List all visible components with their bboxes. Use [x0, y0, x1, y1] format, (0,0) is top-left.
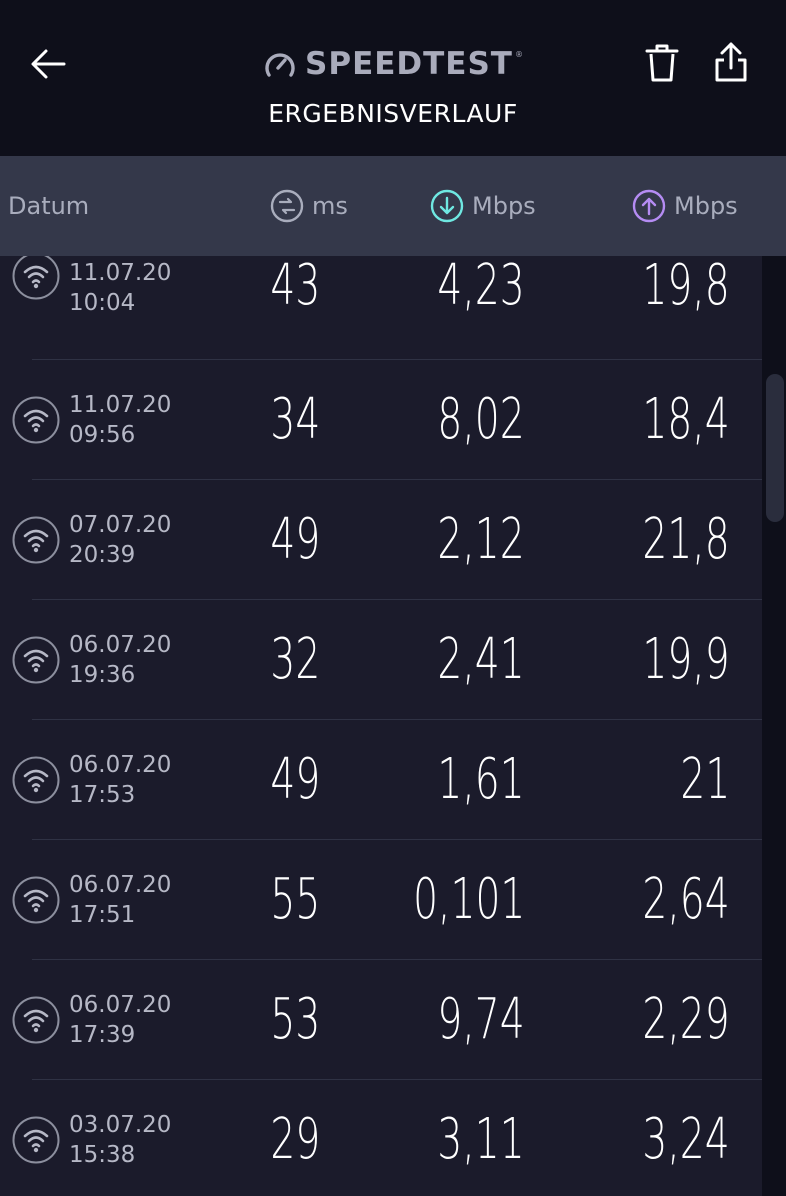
download-value: 8,02 [437, 387, 525, 452]
result-row[interactable]: 06.07.20 19:36 32 2,41 19,9 [0, 600, 762, 720]
download-value: 4,23 [437, 256, 525, 318]
wifi-icon [12, 1116, 60, 1164]
ping-value: 29 [270, 1107, 320, 1172]
result-datetime: 07.07.20 20:39 [69, 510, 171, 570]
results-list[interactable]: 11.07.20 10:04 43 4,23 19,8 11.07.20 09:… [0, 256, 786, 1196]
result-date: 06.07.20 [69, 872, 172, 898]
wifi-icon [12, 396, 60, 444]
result-date: 11.07.20 [69, 392, 172, 418]
share-icon[interactable] [712, 40, 750, 84]
result-row[interactable]: 06.07.20 17:53 49 1,61 21 [0, 720, 762, 840]
ping-value: 49 [270, 507, 320, 572]
result-datetime: 03.07.20 15:38 [69, 1110, 171, 1170]
top-bar: SPEEDTEST ® ERGEBNISVERLAUF [0, 0, 786, 156]
results-table-header: Datum ms Mbps Mbps [0, 156, 786, 256]
column-header-download[interactable]: Mbps [430, 156, 536, 256]
result-row[interactable]: 07.07.20 20:39 49 2,12 21,8 [0, 480, 762, 600]
brand-name: SPEEDTEST [305, 46, 513, 82]
ping-value: 32 [270, 627, 320, 692]
upload-unit-label: Mbps [674, 192, 738, 220]
result-date: 03.07.20 [69, 1112, 172, 1138]
ping-unit-label: ms [312, 192, 348, 220]
result-datetime: 06.07.20 17:39 [69, 990, 171, 1050]
gauge-icon [265, 53, 295, 77]
upload-icon [632, 189, 666, 223]
result-row[interactable]: 11.07.20 09:56 34 8,02 18,4 [0, 360, 762, 480]
download-value: 2,12 [437, 507, 525, 572]
result-date: 06.07.20 [69, 632, 172, 658]
result-datetime: 11.07.20 10:04 [69, 258, 171, 318]
column-header-date[interactable]: Datum [8, 156, 89, 256]
result-datetime: 11.07.20 09:56 [69, 390, 171, 450]
result-time: 15:38 [69, 1142, 136, 1168]
wifi-icon [12, 996, 60, 1044]
upload-value: 19,8 [642, 256, 730, 318]
upload-value: 19,9 [642, 627, 730, 692]
result-date: 06.07.20 [69, 752, 172, 778]
result-time: 20:39 [69, 542, 136, 568]
result-date: 06.07.20 [69, 992, 172, 1018]
result-row[interactable]: 11.07.20 10:04 43 4,23 19,8 [0, 256, 762, 360]
result-date: 07.07.20 [69, 512, 172, 538]
wifi-icon [12, 876, 60, 924]
result-time: 17:53 [69, 782, 136, 808]
download-icon [430, 189, 464, 223]
result-row[interactable]: 06.07.20 17:39 53 9,74 2,29 [0, 960, 762, 1080]
column-header-upload[interactable]: Mbps [632, 156, 738, 256]
result-time: 10:04 [69, 290, 136, 316]
download-value: 9,74 [437, 987, 525, 1052]
result-datetime: 06.07.20 19:36 [69, 630, 171, 690]
download-value: 1,61 [437, 747, 525, 812]
result-datetime: 06.07.20 17:51 [69, 870, 171, 930]
result-row[interactable]: 06.07.20 17:51 55 0,101 2,64 [0, 840, 762, 960]
trademark: ® [514, 50, 523, 59]
result-time: 19:36 [69, 662, 136, 688]
upload-value: 21,8 [642, 507, 730, 572]
result-row[interactable]: 03.07.20 15:38 29 3,11 3,24 [0, 1080, 762, 1196]
result-time: 17:39 [69, 1022, 136, 1048]
ping-icon [270, 189, 304, 223]
upload-value: 18,4 [642, 387, 730, 452]
wifi-icon [12, 256, 60, 300]
result-datetime: 06.07.20 17:53 [69, 750, 171, 810]
download-unit-label: Mbps [472, 192, 536, 220]
scrollbar-thumb[interactable] [766, 374, 784, 522]
wifi-icon [12, 516, 60, 564]
result-time: 09:56 [69, 422, 136, 448]
upload-value: 2,64 [642, 867, 730, 932]
ping-value: 49 [270, 747, 320, 812]
column-header-ping[interactable]: ms [270, 156, 348, 256]
date-column-label: Datum [8, 192, 90, 220]
ping-value: 55 [270, 867, 320, 932]
ping-value: 53 [270, 987, 320, 1052]
result-time: 17:51 [69, 902, 136, 928]
download-value: 2,41 [437, 627, 525, 692]
download-value: 3,11 [437, 1107, 525, 1172]
ping-value: 43 [270, 256, 320, 318]
ping-value: 34 [270, 387, 320, 452]
wifi-icon [12, 636, 60, 684]
page-title: ERGEBNISVERLAUF [268, 99, 518, 128]
trash-icon[interactable] [642, 42, 682, 84]
upload-value: 3,24 [642, 1107, 730, 1172]
upload-value: 21 [680, 747, 730, 812]
download-value: 0,101 [412, 867, 525, 932]
result-date: 11.07.20 [69, 260, 172, 286]
wifi-icon [12, 756, 60, 804]
upload-value: 2,29 [642, 987, 730, 1052]
